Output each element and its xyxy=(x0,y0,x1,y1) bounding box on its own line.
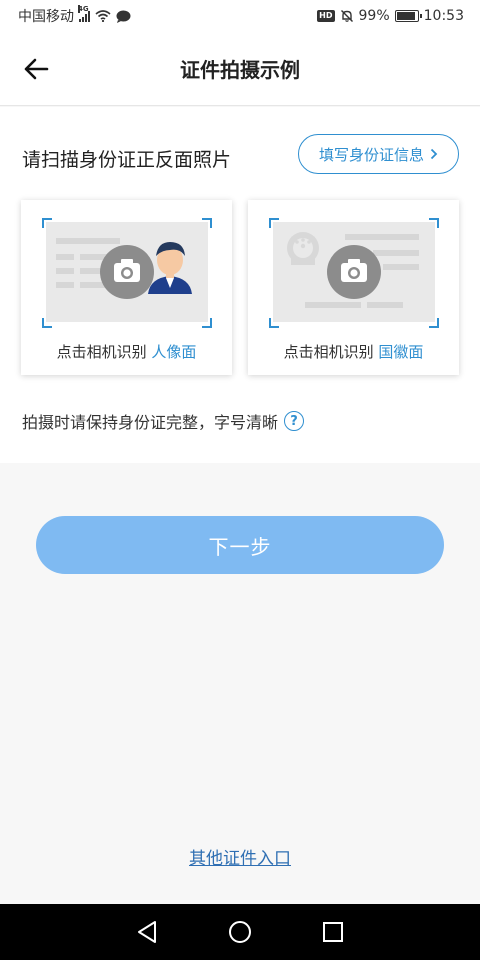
back-caption-highlight: 国徽面 xyxy=(378,343,424,361)
help-icon[interactable]: ? xyxy=(284,411,305,431)
camera-icon xyxy=(100,245,154,299)
fill-id-info-button[interactable]: 填写身份证信息 xyxy=(298,134,459,174)
id-front-illustration xyxy=(42,218,212,328)
nav-back-button[interactable] xyxy=(127,912,167,952)
status-right: HD 99% 10:53 xyxy=(317,8,464,24)
scan-title: 请扫描身份证正反面照片 xyxy=(22,149,232,171)
hd-badge: HD xyxy=(317,10,335,22)
system-nav-bar xyxy=(0,904,480,960)
front-card-caption: 点击相机识别 人像面 xyxy=(21,341,232,362)
next-step-button[interactable]: 下一步 xyxy=(36,516,444,574)
other-documents-link[interactable]: 其他证件入口 xyxy=(189,849,291,869)
network-type: 4G xyxy=(78,5,89,13)
id-back-illustration xyxy=(269,218,439,328)
page-title: 证件拍摄示例 xyxy=(180,58,300,82)
other-documents-link-row: 其他证件入口 xyxy=(0,844,480,869)
signal-icon: 4G xyxy=(78,5,90,22)
bell-off-icon xyxy=(340,10,353,22)
app-header: 证件拍摄示例 xyxy=(0,32,480,106)
square-recents-icon xyxy=(323,922,344,942)
status-bar: 中国移动 4G HD 99% 10:53 xyxy=(0,0,480,32)
id-card-back[interactable]: 点击相机识别 国徽面 xyxy=(248,200,459,375)
chevron-right-icon xyxy=(430,148,438,160)
wifi-icon xyxy=(95,10,111,22)
fill-id-info-label: 填写身份证信息 xyxy=(318,145,424,164)
clock: 10:53 xyxy=(423,8,464,24)
triangle-back-icon xyxy=(137,921,156,943)
carrier-name: 中国移动 xyxy=(18,9,74,25)
nav-home-button[interactable] xyxy=(220,912,260,952)
id-card-front[interactable]: 点击相机识别 人像面 xyxy=(21,200,232,375)
photo-tip-text: 拍摄时请保持身份证完整，字号清晰 xyxy=(22,413,279,432)
nav-recents-button[interactable] xyxy=(313,912,353,952)
circle-home-icon xyxy=(228,921,251,943)
battery-percent: 99% xyxy=(358,8,390,24)
id-scan-section: 请扫描身份证正反面照片 填写身份证信息 点击相机识别 人像面 点击相机识别 国徽… xyxy=(0,107,480,463)
front-caption-text: 点击相机识别 xyxy=(56,343,152,361)
national-emblem-icon xyxy=(287,232,319,265)
status-left: 中国移动 4G xyxy=(18,5,131,26)
camera-icon xyxy=(327,245,381,299)
back-caption-text: 点击相机识别 xyxy=(283,343,379,361)
back-card-caption: 点击相机识别 国徽面 xyxy=(248,341,459,362)
battery-icon xyxy=(394,10,422,22)
photo-tip: 拍摄时请保持身份证完整，字号清晰 ? xyxy=(22,409,305,433)
front-caption-highlight: 人像面 xyxy=(151,343,197,361)
message-icon xyxy=(116,10,131,23)
